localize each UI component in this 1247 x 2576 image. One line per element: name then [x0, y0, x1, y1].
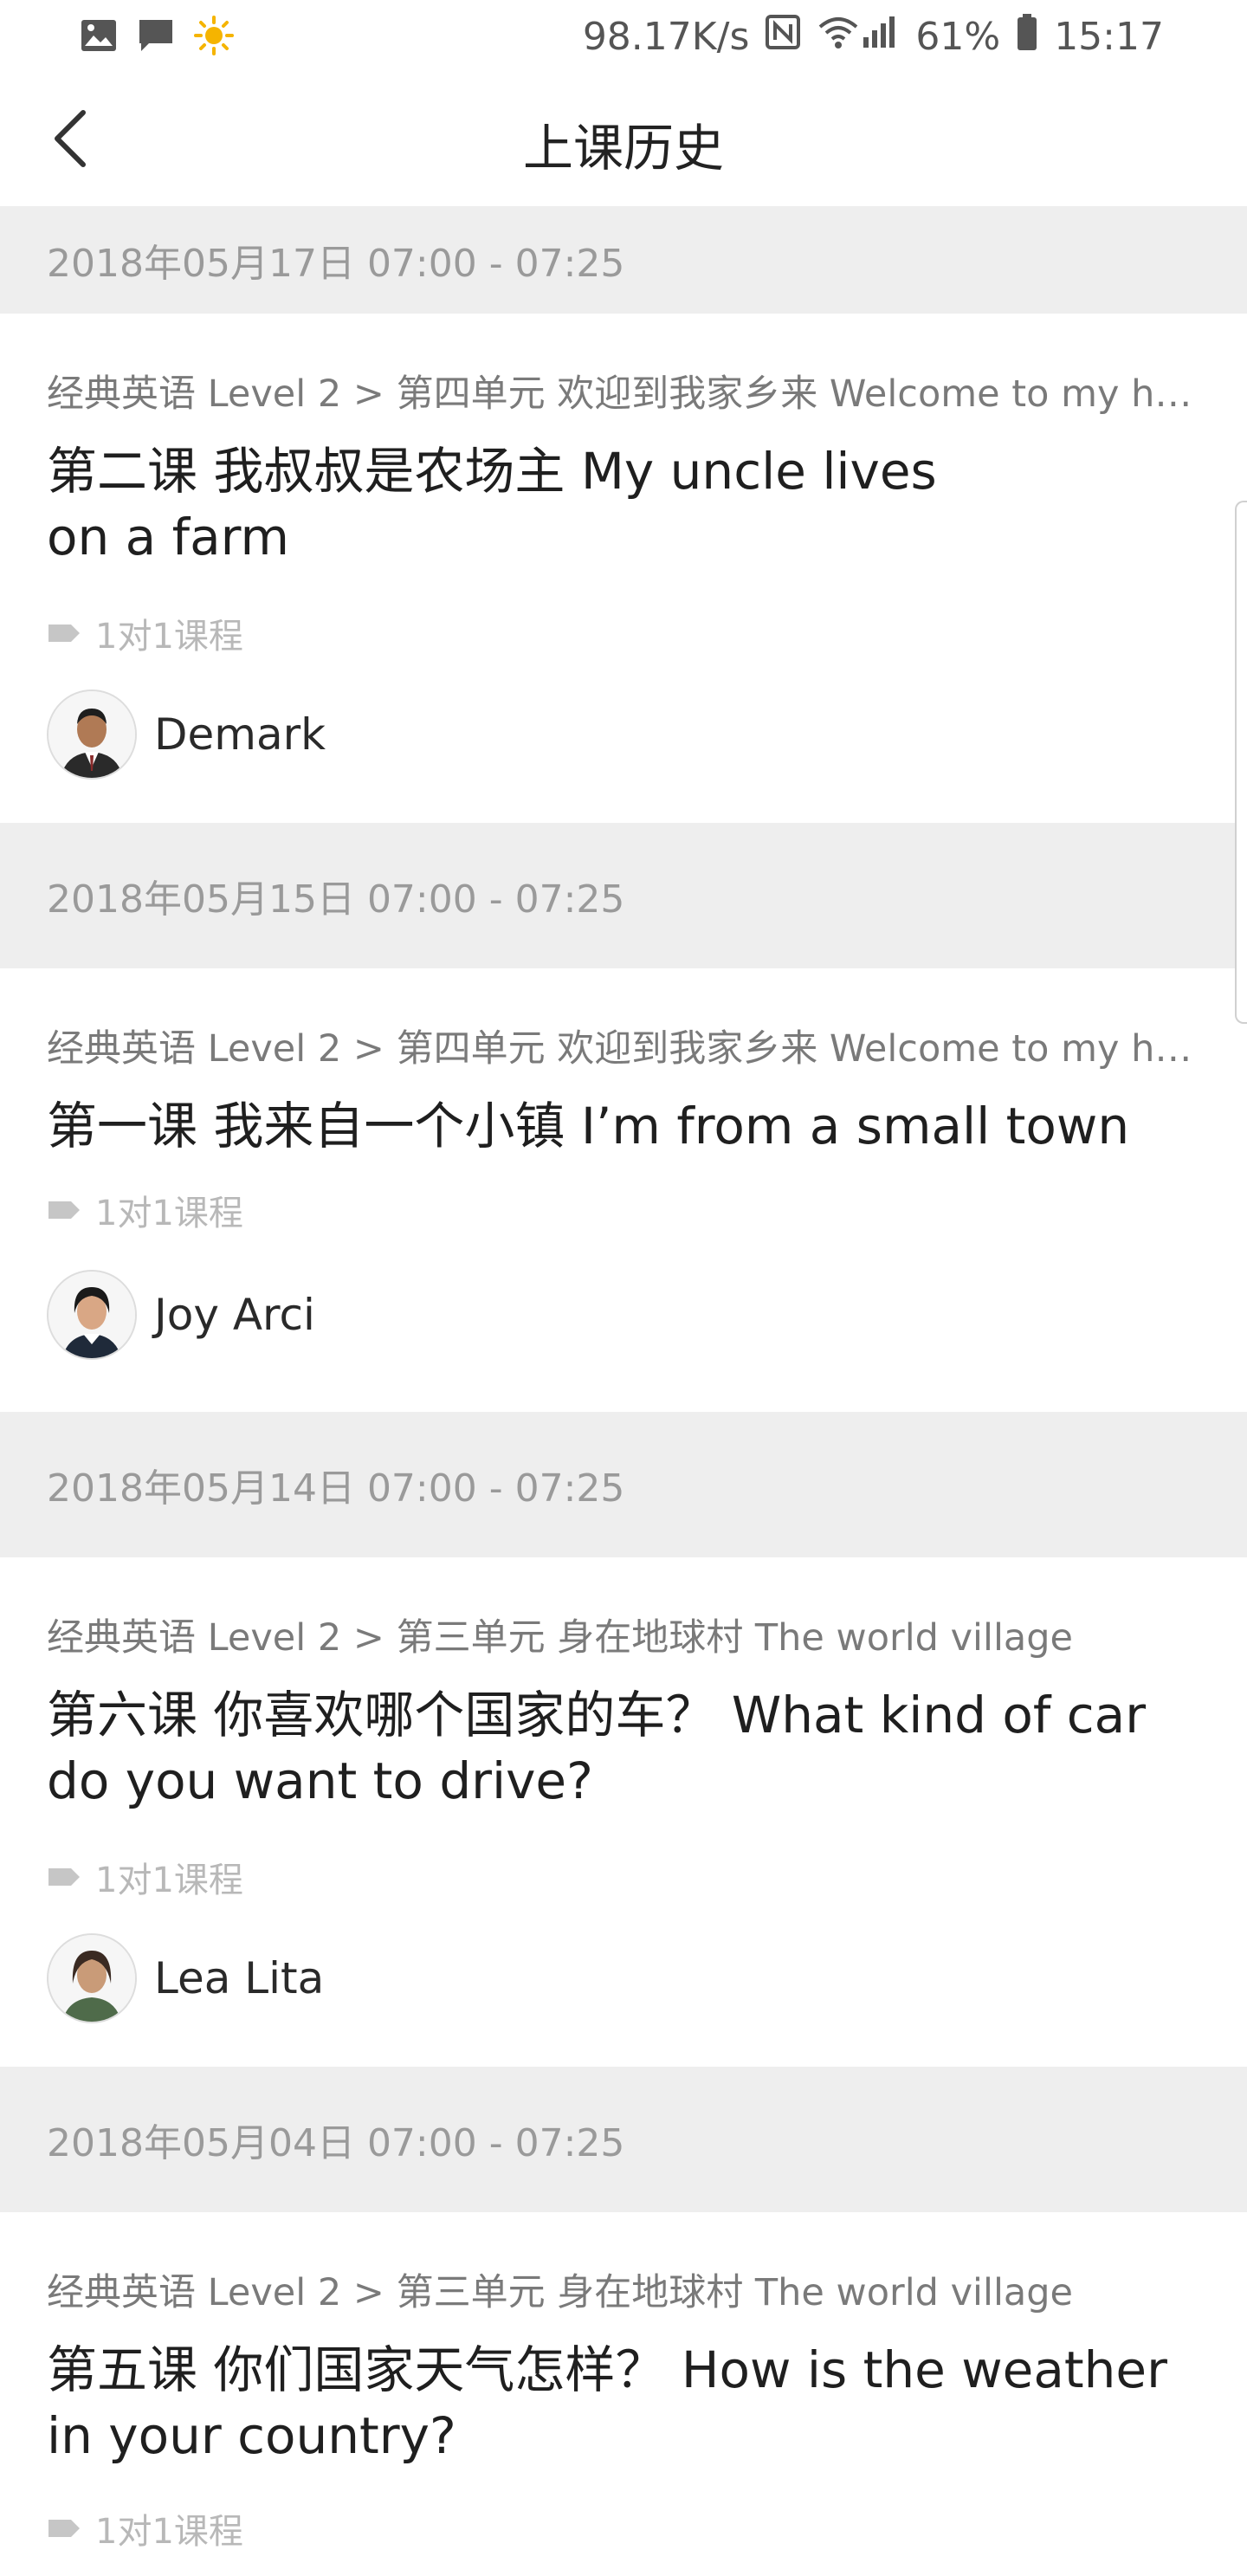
nfc-icon	[765, 14, 801, 60]
tag-icon	[47, 2508, 81, 2548]
course-type-tag: 1对1课程	[47, 2503, 1200, 2553]
scroll-indicator[interactable]	[1235, 501, 1247, 1024]
tag-icon	[47, 1857, 81, 1897]
teacher-name: Demark	[154, 709, 326, 760]
course-type-tag: 1对1课程	[47, 1185, 1200, 1235]
battery-percent: 61%	[915, 14, 1001, 59]
wifi-icon	[817, 15, 860, 59]
date-header: 2018年05月04日 07:00 - 07:25	[0, 2067, 1247, 2212]
lesson-title-line: 第五课 你们国家天气怎样？ How is the weather	[47, 2340, 1167, 2399]
date-header: 2018年05月14日 07:00 - 07:25	[0, 1412, 1247, 1557]
history-list[interactable]: 2018年05月17日 07:00 - 07:25 经典英语 Level 2 >…	[0, 206, 1247, 2576]
message-icon	[137, 17, 175, 57]
status-bar-system: 98.17K/s 61% 15:17	[583, 9, 1164, 64]
lesson-title: 第二课 我叔叔是农场主 My uncle lives on a farm	[47, 438, 1207, 570]
lesson-title-line: in your country?	[47, 2406, 456, 2465]
course-type-tag: 1对1课程	[47, 608, 1200, 658]
battery-icon	[1016, 13, 1038, 61]
course-path: 经典英语 Level 2 > 第三单元 身在地球村 The world vill…	[47, 2271, 1073, 2314]
tag-label: 1对1课程	[95, 617, 243, 657]
lesson-title: 第一课 我来自一个小镇 I’m from a small town	[47, 1093, 1207, 1159]
app-bar: 上课历史	[0, 73, 1247, 206]
sun-icon	[194, 16, 234, 59]
lesson-title-line: 第六课 你喜欢哪个国家的车？ What kind of car	[47, 1686, 1147, 1744]
image-icon	[80, 18, 118, 56]
lesson-card[interactable]: 经典英语 Level 2 > 第三单元 身在地球村 The world vill…	[0, 1557, 1247, 2067]
avatar	[47, 689, 137, 780]
tag-icon	[47, 1190, 81, 1230]
teacher-row[interactable]: Demark	[47, 689, 1200, 780]
status-bar-notifications	[80, 16, 253, 59]
lesson-title: 第五课 你们国家天气怎样？ How is the weather in your…	[47, 2337, 1207, 2469]
teacher-row[interactable]: Lea Lita	[47, 1933, 1200, 2023]
course-path: 经典英语 Level 2 > 第四单元 欢迎到我家乡来 Welcome to m…	[47, 1027, 1199, 1071]
net-speed: 98.17K/s	[582, 14, 750, 59]
status-bar: 98.17K/s 61% 15:17	[0, 0, 1247, 73]
clock: 15:17	[1054, 14, 1164, 59]
avatar	[47, 1270, 137, 1360]
teacher-name: Joy Arci	[154, 1290, 315, 1340]
signal-4g-icon	[860, 15, 900, 59]
tag-label: 1对1课程	[95, 1861, 243, 1900]
course-path: 经典英语 Level 2 > 第四单元 欢迎到我家乡来 Welcome to m…	[47, 372, 1199, 416]
tag-label: 1对1课程	[95, 1194, 243, 1233]
lesson-title-line: 第二课 我叔叔是农场主 My uncle lives	[47, 442, 937, 501]
lesson-title: 第六课 你喜欢哪个国家的车？ What kind of car do you w…	[47, 1682, 1207, 1814]
avatar	[47, 1933, 137, 2023]
page-title: 上课历史	[522, 119, 724, 178]
teacher-name: Lea Lita	[154, 1953, 325, 2003]
lesson-title-line: on a farm	[47, 508, 289, 566]
tag-icon	[47, 613, 81, 653]
date-header: 2018年05月17日 07:00 - 07:25	[0, 206, 1247, 314]
lesson-card[interactable]: 经典英语 Level 2 > 第四单元 欢迎到我家乡来 Welcome to m…	[0, 314, 1247, 823]
tag-label: 1对1课程	[95, 2512, 243, 2552]
lesson-title-line: do you want to drive?	[47, 1751, 593, 1810]
course-path: 经典英语 Level 2 > 第三单元 身在地球村 The world vill…	[47, 1616, 1073, 1660]
teacher-row[interactable]: Joy Arci	[47, 1270, 1200, 1360]
date-header: 2018年05月15日 07:00 - 07:25	[0, 823, 1247, 968]
lesson-title-line: 第一课 我来自一个小镇 I’m from a small town	[47, 1097, 1130, 1155]
course-type-tag: 1对1课程	[47, 1852, 1200, 1902]
lesson-card[interactable]: 经典英语 Level 2 > 第三单元 身在地球村 The world vill…	[0, 2212, 1247, 2576]
lesson-card[interactable]: 经典英语 Level 2 > 第四单元 欢迎到我家乡来 Welcome to m…	[0, 968, 1247, 1412]
